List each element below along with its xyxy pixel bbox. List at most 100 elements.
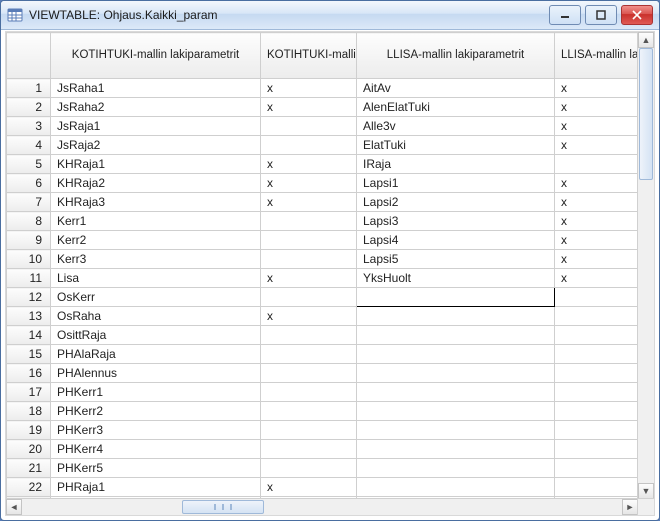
table-row[interactable]: 14OsittRaja <box>7 326 639 345</box>
cell-c4[interactable]: x <box>555 193 639 212</box>
cell-c3[interactable]: Lapsi3 <box>357 212 555 231</box>
table-row[interactable]: 16PHAlennus <box>7 364 639 383</box>
cell-c3[interactable]: YksHuolt <box>357 269 555 288</box>
row-header[interactable]: 5 <box>7 155 51 174</box>
cell-c2[interactable]: x <box>261 307 357 326</box>
cell-c4[interactable] <box>555 326 639 345</box>
table-row[interactable]: 10Kerr3Lapsi5x <box>7 250 639 269</box>
cell-c4[interactable]: x <box>555 136 639 155</box>
horizontal-scroll-thumb[interactable] <box>182 500 264 514</box>
cell-c3[interactable] <box>357 478 555 497</box>
table-row[interactable]: 8Kerr1 Lapsi3x <box>7 212 639 231</box>
row-header[interactable]: 7 <box>7 193 51 212</box>
cell-c4[interactable]: x <box>555 174 639 193</box>
cell-c4[interactable] <box>555 345 639 364</box>
maximize-button[interactable] <box>585 5 617 25</box>
row-header[interactable]: 12 <box>7 288 51 307</box>
col-header-c1[interactable]: KOTIHTUKI-mallin lakiparametrit <box>51 33 261 79</box>
vertical-scroll-track[interactable] <box>638 48 654 483</box>
scroll-left-button[interactable]: ◄ <box>6 499 22 515</box>
cell-c4[interactable]: x <box>555 98 639 117</box>
cell-c4[interactable] <box>555 440 639 459</box>
table-row[interactable]: 17PHKerr1 <box>7 383 639 402</box>
row-header[interactable]: 13 <box>7 307 51 326</box>
row-header[interactable]: 8 <box>7 212 51 231</box>
cell-c1[interactable]: JsRaja1 <box>51 117 261 136</box>
horizontal-scrollbar[interactable]: ◄ ► <box>6 498 638 515</box>
cell-c2[interactable] <box>261 440 357 459</box>
scroll-up-button[interactable]: ▲ <box>638 32 654 48</box>
cell-c1[interactable]: KHRaja1 <box>51 155 261 174</box>
table[interactable]: KOTIHTUKI-mallin lakiparametrit KOTIHTUK… <box>6 32 638 499</box>
cell-c3[interactable]: Lapsi4 <box>357 231 555 250</box>
row-header[interactable]: 15 <box>7 345 51 364</box>
col-header-c2[interactable]: KOTIHTUKI-mallin lakiparametrien muunnok… <box>261 33 357 79</box>
cell-c3[interactable]: AlenElatTuki <box>357 98 555 117</box>
cell-c3[interactable]: Lapsi5 <box>357 250 555 269</box>
cell-c1[interactable]: KHRaja3 <box>51 193 261 212</box>
cell-c3[interactable]: Lapsi2 <box>357 193 555 212</box>
table-row[interactable]: 3JsRaja1 Alle3vx <box>7 117 639 136</box>
cell-c1[interactable]: PHAlaRaja <box>51 345 261 364</box>
table-row[interactable]: 13OsRahax <box>7 307 639 326</box>
cell-c2[interactable]: x <box>261 269 357 288</box>
cell-c4[interactable] <box>555 155 639 174</box>
cell-c3[interactable] <box>357 459 555 478</box>
cell-c2[interactable] <box>261 117 357 136</box>
row-header[interactable]: 18 <box>7 402 51 421</box>
cell-c1[interactable]: Kerr1 <box>51 212 261 231</box>
table-row[interactable]: 6KHRaja2xLapsi1x <box>7 174 639 193</box>
minimize-button[interactable] <box>549 5 581 25</box>
cell-c4[interactable] <box>555 288 639 307</box>
table-row[interactable]: 19PHKerr3 <box>7 421 639 440</box>
cell-c3[interactable]: AitAv <box>357 79 555 98</box>
cell-c3[interactable] <box>357 307 555 326</box>
cell-c2[interactable]: x <box>261 155 357 174</box>
cell-c1[interactable]: PHKerr5 <box>51 459 261 478</box>
cell-c3[interactable] <box>357 440 555 459</box>
table-row[interactable]: 18PHKerr2 <box>7 402 639 421</box>
cell-c1[interactable]: JsRaha1 <box>51 79 261 98</box>
horizontal-scroll-track[interactable] <box>22 499 622 515</box>
cell-c1[interactable]: Lisa <box>51 269 261 288</box>
table-row[interactable]: 1JsRaha1xAitAvx <box>7 79 639 98</box>
close-button[interactable] <box>621 5 653 25</box>
cell-c2[interactable] <box>261 288 357 307</box>
row-header[interactable]: 14 <box>7 326 51 345</box>
cell-c2[interactable] <box>261 136 357 155</box>
cell-c3[interactable] <box>357 383 555 402</box>
row-header[interactable]: 10 <box>7 250 51 269</box>
table-row[interactable]: 21PHKerr5 <box>7 459 639 478</box>
cell-c4[interactable] <box>555 364 639 383</box>
scroll-right-button[interactable]: ► <box>622 499 638 515</box>
row-header[interactable]: 17 <box>7 383 51 402</box>
cell-c2[interactable]: x <box>261 98 357 117</box>
title-bar[interactable]: VIEWTABLE: Ohjaus.Kaikki_param <box>1 1 659 30</box>
cell-c2[interactable] <box>261 250 357 269</box>
cell-c4[interactable]: x <box>555 117 639 136</box>
row-header[interactable]: 4 <box>7 136 51 155</box>
cell-c3[interactable] <box>357 402 555 421</box>
row-header[interactable]: 2 <box>7 98 51 117</box>
row-header[interactable]: 3 <box>7 117 51 136</box>
vertical-scroll-thumb[interactable] <box>639 48 653 180</box>
cell-c1[interactable]: KHRaja2 <box>51 174 261 193</box>
cell-c1[interactable]: PHKerr2 <box>51 402 261 421</box>
row-header[interactable]: 20 <box>7 440 51 459</box>
cell-c2[interactable] <box>261 231 357 250</box>
cell-c4[interactable] <box>555 421 639 440</box>
cell-c4[interactable]: x <box>555 212 639 231</box>
cell-c2[interactable] <box>261 383 357 402</box>
cell-c1[interactable]: Kerr3 <box>51 250 261 269</box>
data-grid[interactable]: KOTIHTUKI-mallin lakiparametrit KOTIHTUK… <box>6 32 638 499</box>
row-header[interactable]: 21 <box>7 459 51 478</box>
cell-c1[interactable]: PHKerr3 <box>51 421 261 440</box>
scroll-down-button[interactable]: ▼ <box>638 483 654 499</box>
cell-c4[interactable] <box>555 402 639 421</box>
table-row[interactable]: 4JsRaja2ElatTukix <box>7 136 639 155</box>
cell-c4[interactable]: x <box>555 269 639 288</box>
cell-c4[interactable] <box>555 383 639 402</box>
cell-c3[interactable]: Alle3v <box>357 117 555 136</box>
table-row[interactable]: 20PHKerr4 <box>7 440 639 459</box>
row-header[interactable]: 9 <box>7 231 51 250</box>
